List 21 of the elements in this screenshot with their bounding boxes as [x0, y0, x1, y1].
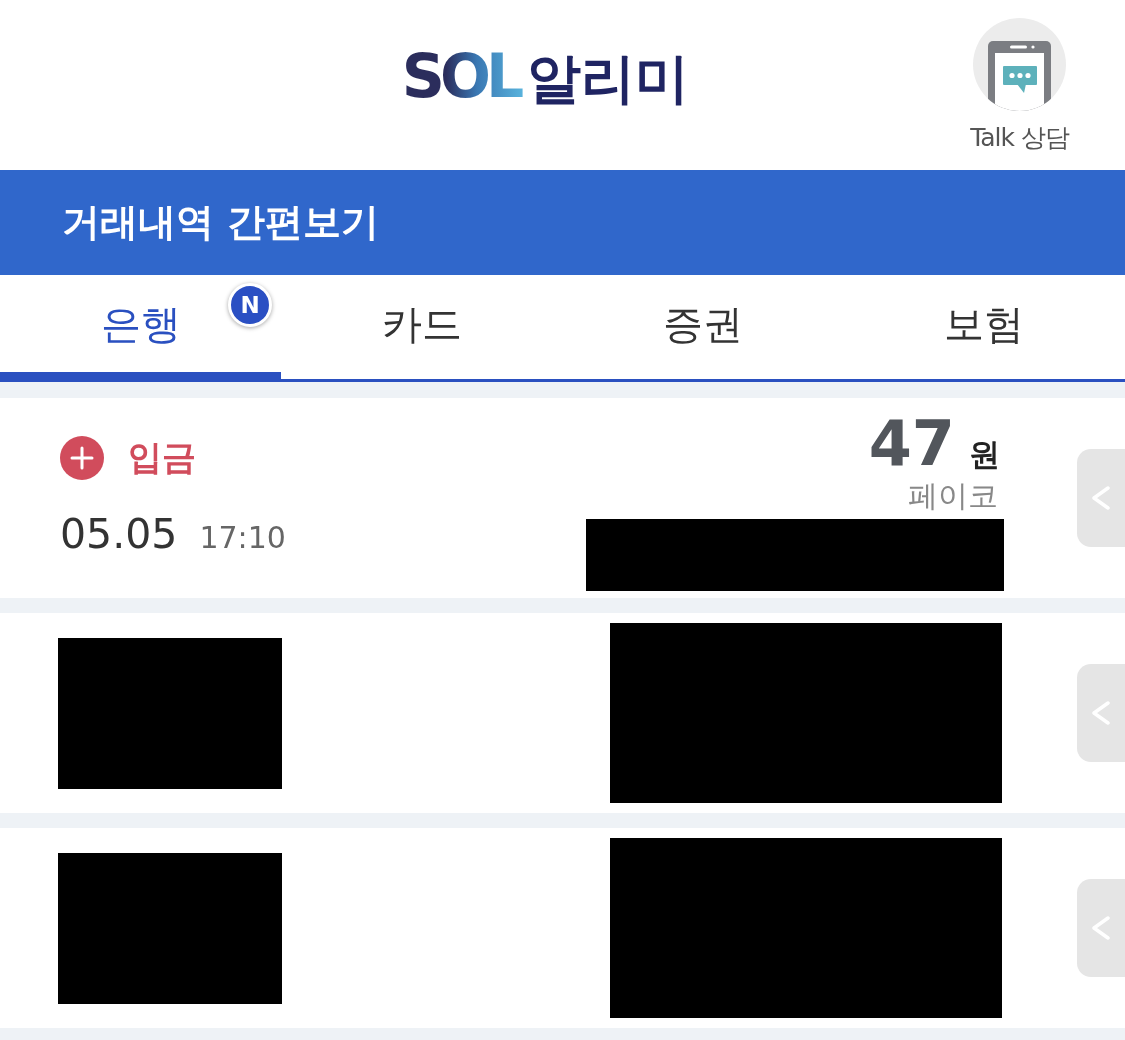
transaction-time: 17:10	[199, 520, 286, 555]
transaction-type: 입금	[128, 436, 196, 479]
swipe-handle[interactable]	[1077, 664, 1125, 762]
phone-chat-icon	[973, 18, 1067, 111]
swipe-handle[interactable]	[1077, 879, 1125, 977]
transaction-date: 05.05	[60, 510, 178, 558]
talk-consult-button[interactable]: Talk 상담	[970, 18, 1069, 154]
tab[interactable]: 카드	[281, 275, 563, 379]
section-title: 거래내역 간편보기	[62, 199, 380, 246]
tab[interactable]: 증권	[562, 275, 844, 379]
tab[interactable]: 은행 N	[0, 275, 282, 379]
chevron-left-icon	[1091, 486, 1111, 510]
app-logo: SOL 알리미	[401, 36, 690, 119]
chevron-left-icon	[1091, 916, 1111, 940]
chevron-left-icon	[1091, 701, 1111, 725]
amount: 47	[868, 410, 955, 478]
merchant-name: 페이코	[908, 478, 999, 514]
swipe-handle[interactable]	[1077, 449, 1125, 547]
tab[interactable]: 보험	[843, 275, 1125, 379]
new-badge: N	[228, 283, 272, 327]
currency-unit: 원	[969, 435, 1000, 474]
